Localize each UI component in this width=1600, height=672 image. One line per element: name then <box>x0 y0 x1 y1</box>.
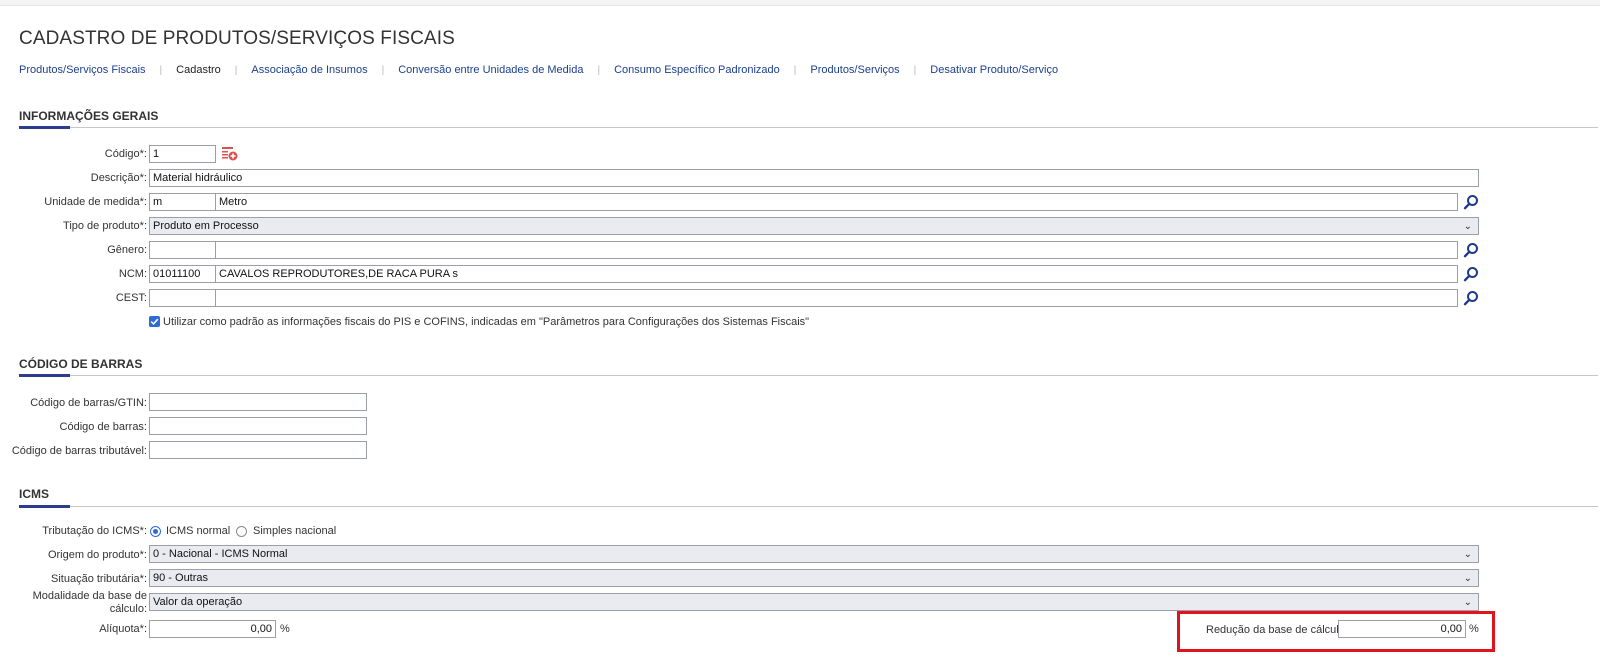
barcode-tributavel-input[interactable] <box>149 441 367 459</box>
origem-label: Origem do produto*: <box>47 549 147 561</box>
ncm-name-input[interactable]: CAVALOS REPRODUTORES,DE RACA PURA s <box>215 265 1458 283</box>
nav-separator: | <box>234 64 238 76</box>
tipo-select[interactable]: Produto em Processo ⌄ <box>149 217 1479 235</box>
nav-produtos-servicos[interactable]: Produtos/Serviços <box>810 64 899 76</box>
situacao-label: Situação tributária*: <box>51 573 147 585</box>
aliquota-unit: % <box>280 623 290 635</box>
codigo-input[interactable]: 1 <box>149 145 216 163</box>
breadcrumb-nav: Produtos/Serviços Fiscais | Cadastro | A… <box>19 63 1058 77</box>
descricao-label: Descrição*: <box>90 172 147 184</box>
nav-produtos-servicos-fiscais[interactable]: Produtos/Serviços Fiscais <box>19 64 146 76</box>
nav-conversao-unidades[interactable]: Conversão entre Unidades de Medida <box>398 64 583 76</box>
nav-associacao-insumos[interactable]: Associação de Insumos <box>251 64 367 76</box>
barcode-tributavel-label: Código de barras tributável: <box>11 445 147 457</box>
section-divider <box>19 375 1598 376</box>
icms-normal-radio[interactable] <box>150 526 161 537</box>
chevron-down-icon: ⌄ <box>1463 573 1472 584</box>
nav-desativar-produto[interactable]: Desativar Produto/Serviço <box>930 64 1058 76</box>
nav-separator: | <box>913 64 917 76</box>
section-divider <box>19 506 1598 507</box>
section-divider <box>19 127 1598 128</box>
magnifier-icon[interactable] <box>1463 194 1479 210</box>
situacao-select-value: 90 - Outras <box>153 572 209 584</box>
modalidade-label-line1: Modalidade da base de <box>32 590 147 602</box>
unidade-code-input[interactable]: m <box>149 193 216 211</box>
ncm-label: NCM: <box>118 268 147 280</box>
origem-select-value: 0 - Nacional - ICMS Normal <box>153 548 288 560</box>
modalidade-select[interactable]: Valor da operação ⌄ <box>149 593 1479 611</box>
top-bar <box>0 0 1600 6</box>
barcode-label: Código de barras: <box>59 421 147 433</box>
modalidade-select-value: Valor da operação <box>153 596 243 608</box>
nav-separator: | <box>597 64 601 76</box>
origem-select[interactable]: 0 - Nacional - ICMS Normal ⌄ <box>149 545 1479 563</box>
simples-nacional-radio[interactable] <box>236 526 247 537</box>
nav-separator: | <box>381 64 385 76</box>
barcode-input[interactable] <box>149 417 367 435</box>
genero-code-input[interactable] <box>149 241 216 259</box>
section-accent <box>19 374 70 377</box>
genero-name-input[interactable] <box>215 241 1458 259</box>
page-title: CADASTRO DE PRODUTOS/SERVIÇOS FISCAIS <box>19 28 455 49</box>
chevron-down-icon: ⌄ <box>1463 597 1472 608</box>
icms-normal-radio-label: ICMS normal <box>166 525 231 537</box>
tributacao-label: Tributação do ICMS*: <box>42 525 147 537</box>
cest-label: CEST: <box>115 292 147 304</box>
magnifier-icon[interactable] <box>1463 242 1479 258</box>
section-accent <box>19 126 70 129</box>
nav-consumo-especifico[interactable]: Consumo Específico Padronizado <box>614 64 780 76</box>
section-title-general: INFORMAÇÕES GERAIS <box>19 109 159 123</box>
situacao-select[interactable]: 90 - Outras ⌄ <box>149 569 1479 587</box>
descricao-input[interactable]: Material hidráulico <box>149 169 1479 187</box>
tipo-select-value: Produto em Processo <box>153 220 259 232</box>
unidade-label: Unidade de medida*: <box>44 196 147 208</box>
highlight-box <box>1177 611 1495 652</box>
modalidade-label: Modalidade da base de cálculo: <box>33 590 147 616</box>
section-title-barcode: CÓDIGO DE BARRAS <box>19 357 143 371</box>
modalidade-label-line2: cálculo: <box>109 603 147 615</box>
nav-separator: | <box>793 64 797 76</box>
aliquota-label: Alíquota*: <box>99 623 147 635</box>
generate-code-icon[interactable] <box>221 146 238 162</box>
codigo-label: Código*: <box>104 148 147 160</box>
magnifier-icon[interactable] <box>1463 290 1479 306</box>
gtin-label: Código de barras/GTIN: <box>30 397 147 409</box>
nav-cadastro[interactable]: Cadastro <box>176 64 221 76</box>
pis-cofins-checkbox-label: Utilizar como padrão as informações fisc… <box>163 316 810 328</box>
tipo-label: Tipo de produto*: <box>63 220 147 232</box>
genero-label: Gênero: <box>107 244 147 256</box>
magnifier-icon[interactable] <box>1463 266 1479 282</box>
nav-separator: | <box>159 64 163 76</box>
unidade-name-input[interactable]: Metro <box>215 193 1458 211</box>
simples-nacional-radio-label: Simples nacional <box>253 525 337 537</box>
ncm-code-input[interactable]: 01011100 <box>149 265 216 283</box>
chevron-down-icon: ⌄ <box>1463 549 1472 560</box>
cest-code-input[interactable] <box>149 289 216 307</box>
section-title-icms: ICMS <box>19 487 49 501</box>
cest-name-input[interactable] <box>215 289 1458 307</box>
chevron-down-icon: ⌄ <box>1463 221 1472 232</box>
gtin-input[interactable] <box>149 393 367 411</box>
section-accent <box>19 505 70 508</box>
aliquota-input[interactable]: 0,00 <box>149 620 276 638</box>
pis-cofins-checkbox[interactable] <box>149 316 160 327</box>
